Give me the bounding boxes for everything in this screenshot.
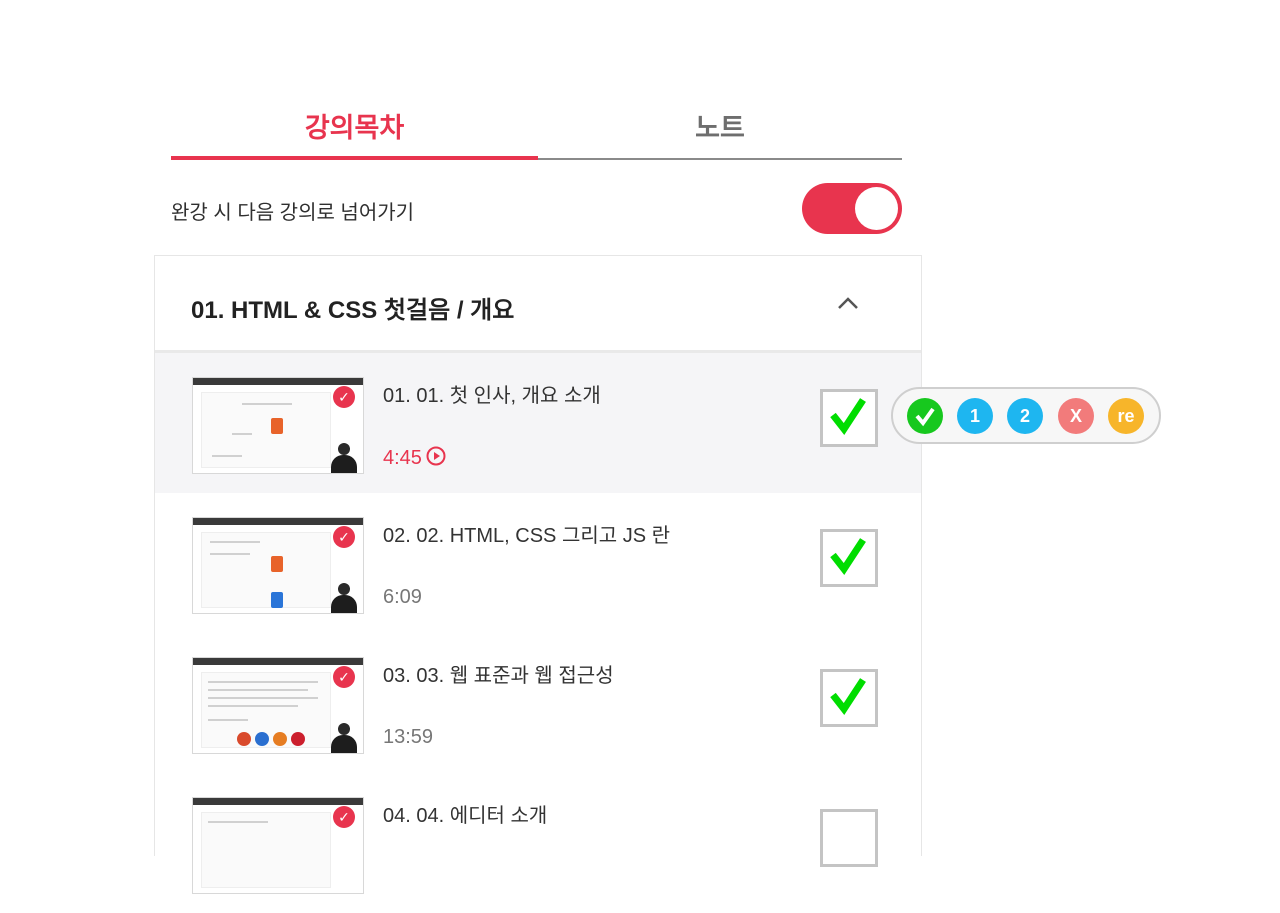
tab-active-underline <box>171 156 538 160</box>
lecture-item[interactable]: ✓ 04. 04. 에디터 소개 <box>155 773 921 913</box>
tab-curriculum[interactable]: 강의목차 <box>171 90 538 160</box>
watched-check-icon: ✓ <box>333 526 355 548</box>
lecture-title: 03. 03. 웹 표준과 웹 접근성 <box>383 665 614 687</box>
lecture-thumbnail: ✓ <box>192 797 364 894</box>
lecture-item[interactable]: ✓ 03. 03. 웹 표준과 웹 접근성 13:59 <box>155 633 921 773</box>
chevron-up-icon[interactable] <box>837 292 859 314</box>
lecture-checkbox[interactable] <box>820 389 878 447</box>
instructor-image <box>331 583 357 613</box>
lecture-title: 04. 04. 에디터 소개 <box>383 805 548 827</box>
check-icon <box>830 678 866 715</box>
toggle-knob <box>855 187 898 230</box>
number-one-icon[interactable]: 1 <box>957 398 993 434</box>
tab-notes[interactable]: 노트 <box>538 90 902 160</box>
lecture-item[interactable]: ✓ 02. 02. HTML, CSS 그리고 JS 란 6:09 <box>155 493 921 633</box>
check-icon <box>830 398 866 435</box>
lecture-title: 01. 01. 첫 인사, 개요 소개 <box>383 385 601 407</box>
lecture-duration: 6:09 <box>383 586 422 608</box>
autoplay-label: 완강 시 다음 강의로 넘어가기 <box>171 202 415 224</box>
lecture-checkbox[interactable] <box>820 669 878 727</box>
watched-check-icon: ✓ <box>333 806 355 828</box>
instructor-image <box>331 723 357 753</box>
play-circle-icon <box>426 446 446 466</box>
lecture-item[interactable]: ✓ 01. 01. 첫 인사, 개요 소개 4:45 <box>155 353 921 493</box>
watched-check-icon: ✓ <box>333 386 355 408</box>
tab-bar: 강의목차 노트 <box>171 90 902 162</box>
lecture-duration: 13:59 <box>383 726 434 748</box>
lecture-title: 02. 02. HTML, CSS 그리고 JS 란 <box>383 525 671 547</box>
section-header[interactable]: 01. HTML & CSS 첫걸음 / 개요 <box>155 256 921 353</box>
number-two-icon[interactable]: 2 <box>1007 398 1043 434</box>
check-icon <box>830 538 866 575</box>
lecture-duration: 4:45 <box>383 446 446 470</box>
lecture-thumbnail: ✓ <box>192 657 364 754</box>
section-title: 01. HTML & CSS 첫걸음 / 개요 <box>191 297 515 324</box>
autoplay-toggle[interactable] <box>802 183 902 234</box>
tab-divider <box>538 158 902 160</box>
replay-icon[interactable]: re <box>1108 398 1144 434</box>
lecture-checkbox[interactable] <box>820 809 878 867</box>
check-circle-icon[interactable] <box>907 398 943 434</box>
instructor-image <box>331 443 357 473</box>
curriculum-panel: 01. HTML & CSS 첫걸음 / 개요 ✓ 01. 01. 첫 인사, … <box>154 255 922 894</box>
watched-check-icon: ✓ <box>333 666 355 688</box>
x-icon[interactable]: X <box>1058 398 1094 434</box>
status-badge-bar: 1 2 X re <box>891 387 1161 444</box>
lecture-thumbnail: ✓ <box>192 377 364 474</box>
lecture-checkbox[interactable] <box>820 529 878 587</box>
lecture-thumbnail: ✓ <box>192 517 364 614</box>
